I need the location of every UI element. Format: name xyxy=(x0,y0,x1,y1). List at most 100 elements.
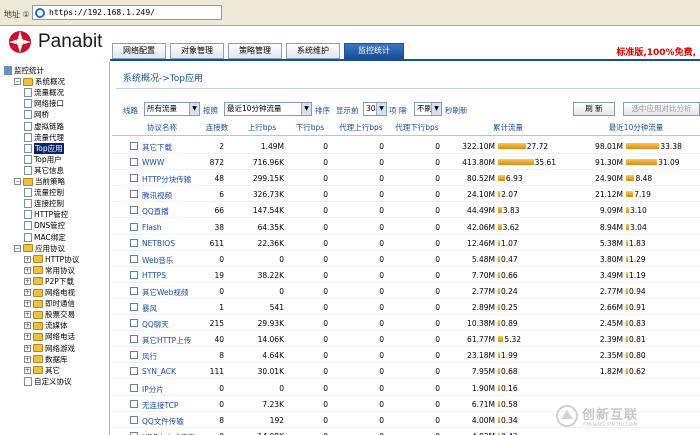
nav-tab-1[interactable]: 对象管理 xyxy=(170,43,224,59)
row-checkbox[interactable] xyxy=(130,142,138,150)
protocol-name-link[interactable]: HTTP分块传输 xyxy=(142,174,191,185)
protocol-name-link[interactable]: 其它下载 xyxy=(142,142,172,153)
row-checkbox[interactable] xyxy=(130,399,138,408)
sidebar-item-20[interactable]: + 网络电视 xyxy=(24,287,75,298)
sidebar-item-1[interactable]: − 系统概况 xyxy=(14,76,65,87)
sidebar-item-22[interactable]: + 股票交易 xyxy=(24,309,75,320)
row-checkbox[interactable] xyxy=(130,158,138,167)
sidebar-item-7[interactable]: Top应用 xyxy=(24,142,64,154)
expand-icon[interactable]: + xyxy=(24,333,31,341)
sort-select[interactable]: 最近10分钟流量 ▼ xyxy=(224,102,312,116)
row-checkbox[interactable] xyxy=(130,270,138,279)
protocol-name-link[interactable]: 无连接TCP xyxy=(142,400,178,411)
sidebar-item-24[interactable]: + 网络电话 xyxy=(24,331,75,342)
expand-icon[interactable]: + xyxy=(24,289,31,296)
col-protocol-name[interactable]: 协议名称 xyxy=(144,122,180,133)
row-checkbox[interactable] xyxy=(130,190,138,199)
nav-tab-2[interactable]: 策略管理 xyxy=(228,43,282,59)
protocol-name-link[interactable]: WWW xyxy=(142,158,164,167)
sidebar-item-15[interactable]: MAC绑定 xyxy=(24,232,66,243)
col-recent-10min[interactable]: 最近10分钟流量 xyxy=(602,122,670,133)
expand-icon[interactable]: + xyxy=(24,266,31,274)
sidebar-item-14[interactable]: DNS管控 xyxy=(24,220,65,231)
expand-icon[interactable]: + xyxy=(24,277,31,285)
sidebar-item-19[interactable]: + P2P下载 xyxy=(24,276,74,287)
protocol-name-link[interactable]: QQ直播 xyxy=(142,206,169,217)
row-checkbox[interactable] xyxy=(130,383,138,392)
row-checkbox[interactable] xyxy=(130,286,138,295)
expand-icon[interactable]: + xyxy=(24,322,31,330)
sidebar-item-25[interactable]: + 网络游戏 xyxy=(24,343,75,354)
expand-icon[interactable]: + xyxy=(24,344,31,352)
sidebar-item-10[interactable]: − 当前策略 xyxy=(14,176,65,187)
nav-tab-0[interactable]: 网络配置 xyxy=(112,43,166,59)
count-select[interactable]: 30 ▼ xyxy=(363,102,387,116)
protocol-name-link[interactable]: SYN_ACK xyxy=(142,367,176,376)
expand-icon[interactable]: + xyxy=(24,255,31,263)
sidebar-item-26[interactable]: + 数据库 xyxy=(24,354,68,365)
sidebar-item-27[interactable]: + 其它 xyxy=(24,365,60,376)
row-checkbox[interactable] xyxy=(130,238,138,247)
protocol-name-link[interactable]: 暴风 xyxy=(142,303,157,314)
row-checkbox[interactable] xyxy=(130,174,138,183)
sidebar-item-16[interactable]: − 应用协议 xyxy=(14,243,65,254)
sidebar-item-0[interactable]: 监控统计 xyxy=(4,65,44,76)
sidebar-item-6[interactable]: 流量代理 xyxy=(24,132,64,143)
compare-selected-button[interactable]: 选中应用对比分析 xyxy=(623,102,700,116)
sidebar-item-28[interactable]: 自定义协议 xyxy=(24,376,72,387)
address-url[interactable]: https://192.168.1.249/ xyxy=(49,8,155,17)
sidebar-item-17[interactable]: + HTTP协议 xyxy=(24,254,79,265)
protocol-name-link[interactable]: IP分片 xyxy=(142,384,164,395)
collapse-icon[interactable]: − xyxy=(14,244,21,252)
protocol-name-link[interactable]: 腾讯视频 xyxy=(142,190,172,201)
sidebar-item-3[interactable]: 网络接口 xyxy=(24,98,64,109)
col-up-bps[interactable]: 上行bps xyxy=(244,122,280,133)
row-checkbox[interactable] xyxy=(130,303,138,311)
address-input[interactable]: https://192.168.1.249/ xyxy=(32,5,222,20)
collapse-icon[interactable]: − xyxy=(14,78,21,86)
sidebar-item-8[interactable]: Top用户 xyxy=(24,154,62,165)
col-connections[interactable]: 连接数 xyxy=(200,122,234,133)
row-checkbox[interactable] xyxy=(130,351,138,360)
protocol-name-link[interactable]: QQ文件传输 xyxy=(142,416,184,427)
col-down-bps[interactable]: 下行bps xyxy=(292,122,328,133)
expand-icon[interactable]: + xyxy=(24,366,31,374)
line-select[interactable]: 所有流量 ▼ xyxy=(144,102,200,116)
row-checkbox[interactable] xyxy=(130,335,138,344)
row-checkbox[interactable] xyxy=(130,206,138,215)
protocol-name-link[interactable]: HTTPS xyxy=(142,271,166,280)
row-checkbox[interactable] xyxy=(130,222,138,231)
expand-icon[interactable]: + xyxy=(24,300,31,308)
protocol-name-link[interactable]: 其它HTTP上传 xyxy=(142,335,191,346)
col-proxy-down-bps[interactable]: 代理下行bps xyxy=(390,122,444,133)
protocol-name-link[interactable]: QQ聊天 xyxy=(142,319,169,330)
col-proxy-up-bps[interactable]: 代理上行bps xyxy=(334,122,388,133)
sidebar-item-13[interactable]: HTTP管控 xyxy=(24,209,68,220)
sidebar-item-12[interactable]: 连接控制 xyxy=(24,198,64,209)
row-checkbox[interactable] xyxy=(130,319,138,328)
row-checkbox[interactable] xyxy=(130,367,138,376)
col-total-traffic[interactable]: 累计流量 xyxy=(482,122,534,133)
collapse-icon[interactable]: − xyxy=(14,178,21,185)
refresh-button[interactable]: 刷 新 xyxy=(573,102,615,116)
sidebar-item-4[interactable]: 网桥 xyxy=(24,109,49,120)
protocol-name-link[interactable]: NETBIOS xyxy=(142,239,175,248)
sidebar-item-23[interactable]: + 流媒体 xyxy=(24,320,68,331)
row-checkbox[interactable] xyxy=(130,254,138,263)
sidebar-item-2[interactable]: 流量概况 xyxy=(24,87,64,98)
row-checkbox[interactable] xyxy=(130,415,138,424)
refresh-interval-select[interactable]: 不刷 ▼ xyxy=(414,102,442,116)
expand-icon[interactable]: + xyxy=(24,355,31,363)
sidebar-item-5[interactable]: 虚拟链路 xyxy=(24,121,64,132)
protocol-name-link[interactable]: 风行 xyxy=(142,351,157,362)
protocol-name-link[interactable]: 其它Web视频 xyxy=(142,287,188,298)
sidebar-item-18[interactable]: + 常用协议 xyxy=(24,265,75,276)
sidebar-item-9[interactable]: 其它信息 xyxy=(24,165,64,176)
nav-tab-4[interactable]: 监控统计 xyxy=(344,43,404,59)
expand-icon[interactable]: + xyxy=(24,311,31,319)
protocol-name-link[interactable]: Web音乐 xyxy=(142,255,173,266)
sidebar-item-21[interactable]: + 即时通信 xyxy=(24,298,75,309)
sidebar-item-11[interactable]: 流量控制 xyxy=(24,187,64,198)
nav-tab-3[interactable]: 系统维护 xyxy=(286,43,340,59)
protocol-name-link[interactable]: Flash xyxy=(142,223,162,232)
